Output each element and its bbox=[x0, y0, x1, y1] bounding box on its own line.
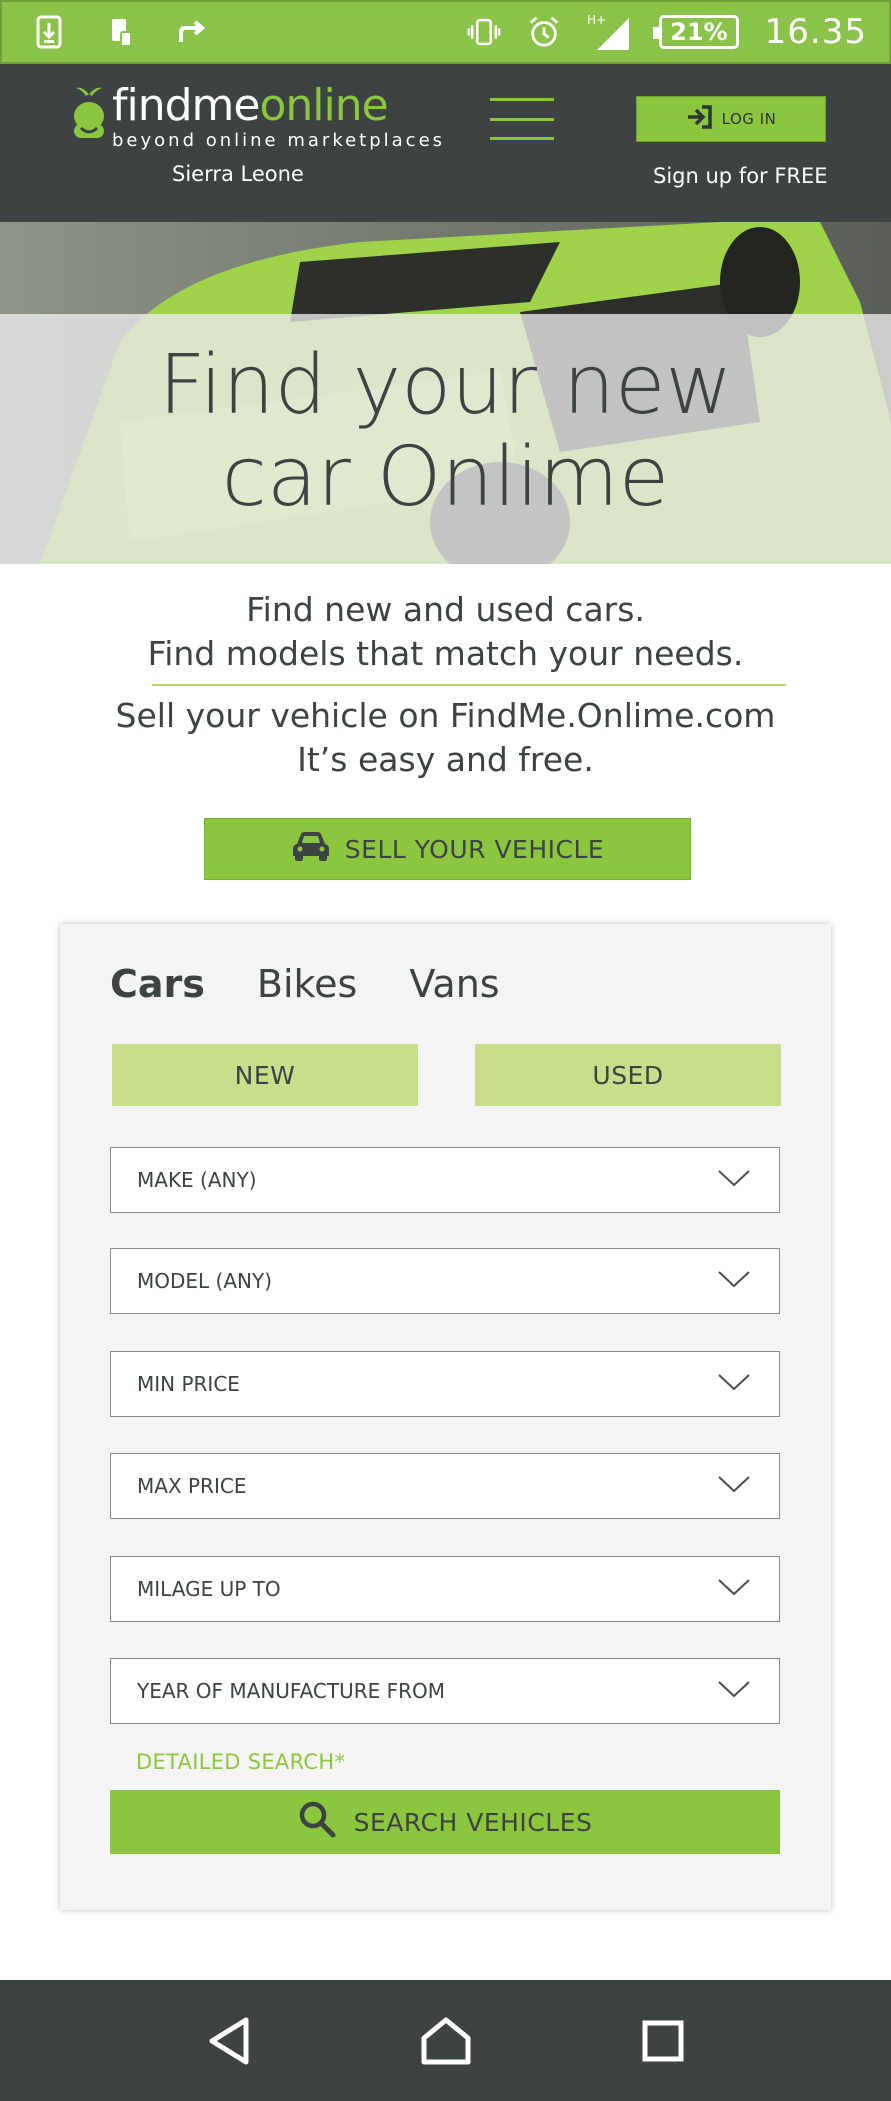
hero-banner: Find your new car Onlime bbox=[0, 222, 891, 564]
share-icon bbox=[176, 13, 210, 51]
login-icon bbox=[686, 105, 712, 133]
detailed-search-link[interactable]: DETAILED SEARCH* bbox=[136, 1750, 345, 1774]
intro-line4: It’s easy and free. bbox=[297, 740, 594, 779]
battery-icon: 21% bbox=[653, 15, 739, 49]
vehicle-type-tabs: Cars Bikes Vans bbox=[110, 962, 500, 1006]
status-time: 16.35 bbox=[764, 12, 867, 52]
alarm-icon bbox=[527, 13, 561, 51]
make-select[interactable]: MAKE (ANY) bbox=[110, 1147, 780, 1213]
max-price-select-value: MAX PRICE bbox=[137, 1474, 247, 1498]
login-button[interactable]: LOG IN bbox=[636, 96, 826, 142]
sell-vehicle-label: SELL YOUR VEHICLE bbox=[344, 834, 605, 864]
model-select-value: MODEL (ANY) bbox=[137, 1269, 272, 1293]
region-label[interactable]: Sierra Leone bbox=[172, 162, 304, 186]
tab-vans[interactable]: Vans bbox=[409, 962, 499, 1006]
logo-wordmark: findmeonline bbox=[112, 84, 445, 128]
intro-line1: Find new and used cars. bbox=[246, 590, 645, 629]
used-condition-button[interactable]: USED bbox=[475, 1044, 781, 1106]
home-icon[interactable] bbox=[414, 2009, 478, 2073]
milage-select-value: MILAGE UP TO bbox=[137, 1577, 281, 1601]
search-icon bbox=[298, 1800, 336, 1844]
status-icons-right: H+ 21% 16.35 bbox=[467, 12, 867, 52]
year-select-value: YEAR OF MANUFACTURE FROM bbox=[137, 1679, 446, 1703]
chevron-down-icon bbox=[717, 1269, 751, 1294]
chevron-down-icon bbox=[717, 1679, 751, 1704]
chevron-down-icon bbox=[717, 1372, 751, 1397]
milage-select[interactable]: MILAGE UP TO bbox=[110, 1556, 780, 1622]
recents-icon[interactable] bbox=[631, 2009, 695, 2073]
year-select[interactable]: YEAR OF MANUFACTURE FROM bbox=[110, 1658, 780, 1724]
menu-bar bbox=[490, 117, 554, 121]
vehicle-search-panel: Cars Bikes Vans NEW USED MAKE (ANY) MODE… bbox=[60, 924, 831, 1910]
car-icon bbox=[291, 830, 331, 868]
logo[interactable]: findmeonline beyond online marketplaces bbox=[72, 84, 445, 151]
hamburger-menu-icon[interactable] bbox=[490, 94, 554, 144]
chevron-down-icon bbox=[717, 1168, 751, 1193]
tab-cars[interactable]: Cars bbox=[110, 962, 205, 1006]
back-icon[interactable] bbox=[197, 2009, 261, 2073]
hero-title-line1: Find your new bbox=[158, 338, 733, 433]
acorn-logo-icon bbox=[72, 84, 106, 146]
new-condition-button[interactable]: NEW bbox=[112, 1044, 418, 1106]
site-header: findmeonline beyond online marketplaces … bbox=[0, 64, 891, 222]
tab-bikes[interactable]: Bikes bbox=[257, 962, 357, 1006]
hero-title: Find your new car Onlime bbox=[0, 340, 891, 524]
signal-icon: H+ bbox=[587, 13, 633, 51]
logo-text: findmeonline beyond online marketplaces bbox=[112, 84, 446, 152]
make-select-value: MAKE (ANY) bbox=[137, 1168, 257, 1192]
search-vehicles-button[interactable]: SEARCH VEHICLES bbox=[110, 1790, 780, 1854]
intro-line3: Sell your vehicle on FindMe.Onlime.com bbox=[115, 696, 776, 735]
status-bar: H+ 21% 16.35 bbox=[0, 0, 891, 64]
menu-bar bbox=[490, 137, 554, 140]
chevron-down-icon bbox=[717, 1577, 751, 1602]
model-select[interactable]: MODEL (ANY) bbox=[110, 1248, 780, 1314]
logo-tagline: beyond online marketplaces bbox=[112, 130, 446, 151]
chevron-down-icon bbox=[717, 1474, 751, 1499]
logo-find: findme bbox=[112, 80, 260, 131]
android-nav-bar bbox=[0, 1980, 891, 2101]
logo-online: online bbox=[259, 80, 388, 131]
intro-divider bbox=[152, 684, 786, 686]
menu-bar bbox=[490, 98, 554, 101]
download-icon bbox=[32, 13, 66, 51]
max-price-select[interactable]: MAX PRICE bbox=[110, 1453, 780, 1519]
sell-text: Sell your vehicle on FindMe.Onlime.com I… bbox=[0, 694, 891, 782]
search-vehicles-label: SEARCH VEHICLES bbox=[353, 1807, 593, 1837]
phone-icon bbox=[104, 13, 138, 51]
min-price-select-value: MIN PRICE bbox=[137, 1372, 240, 1396]
network-type: H+ bbox=[587, 13, 606, 27]
intro-line2: Find models that match your needs. bbox=[147, 634, 744, 673]
hero-title-line2: car Onlime bbox=[221, 430, 670, 525]
signup-link[interactable]: Sign up for FREE bbox=[653, 164, 828, 188]
sell-vehicle-button[interactable]: SELL YOUR VEHICLE bbox=[204, 818, 691, 880]
status-icons-left bbox=[32, 13, 210, 51]
login-label: LOG IN bbox=[721, 110, 777, 128]
intro-text: Find new and used cars. Find models that… bbox=[0, 588, 891, 676]
min-price-select[interactable]: MIN PRICE bbox=[110, 1351, 780, 1417]
vibrate-icon bbox=[467, 13, 501, 51]
